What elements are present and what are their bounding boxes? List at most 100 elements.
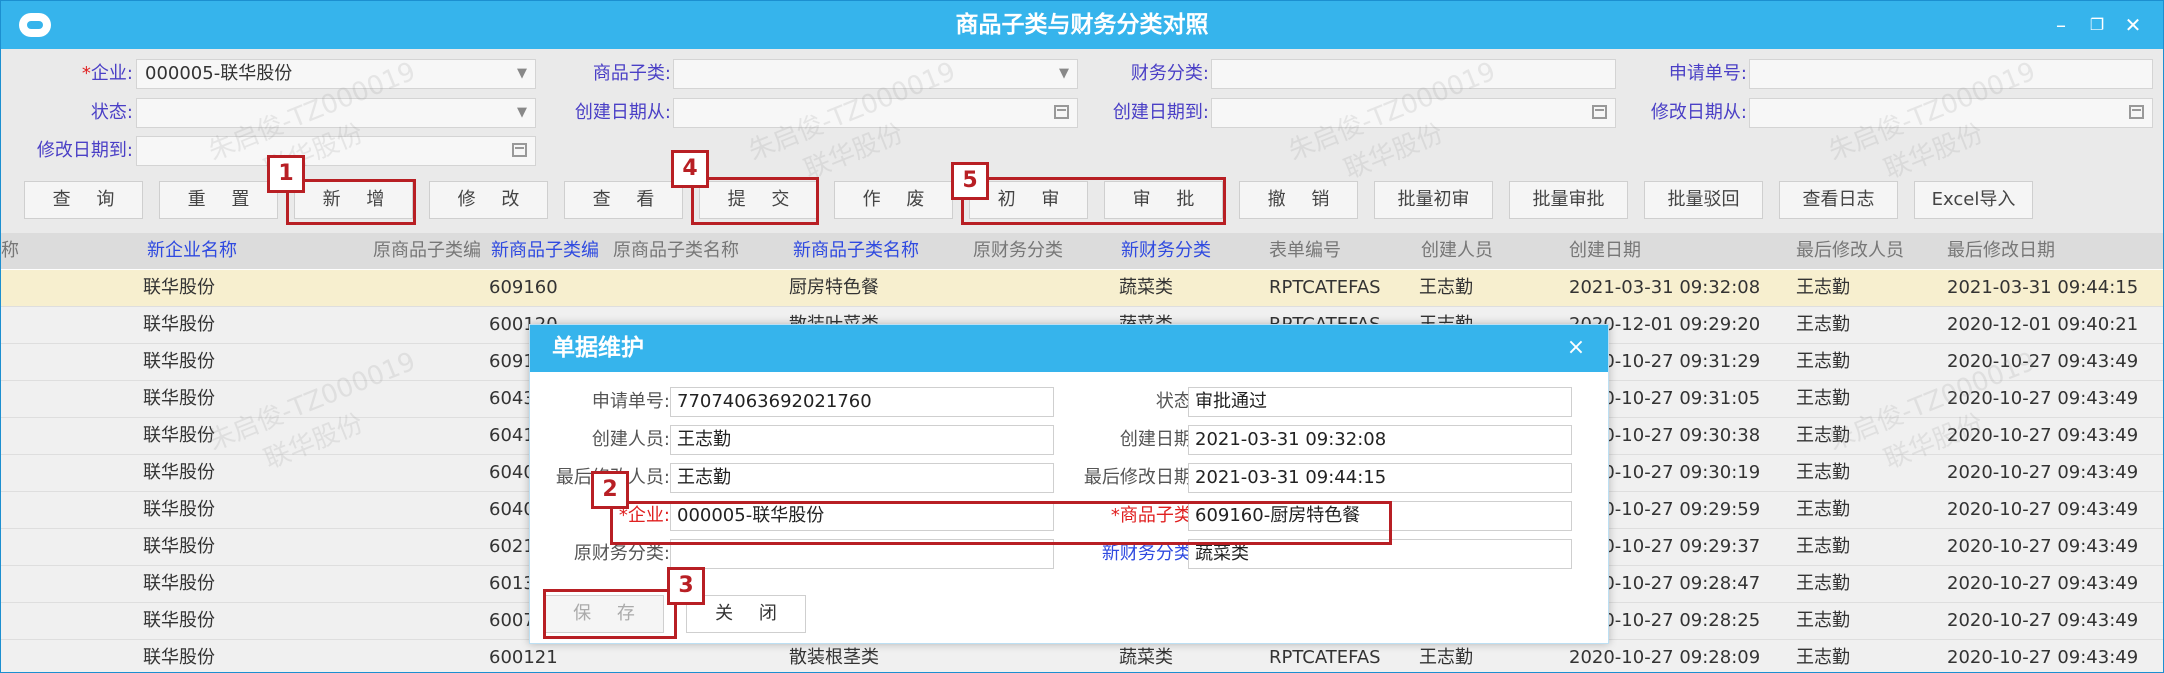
- fincat-filter-input[interactable]: [1211, 59, 1616, 89]
- column-header[interactable]: 新财务分类: [1121, 233, 1261, 269]
- edit-button[interactable]: 修 改: [429, 181, 548, 219]
- view-button[interactable]: 查 看: [564, 181, 683, 219]
- column-header[interactable]: 创建日期: [1569, 233, 1789, 269]
- column-header[interactable]: 称: [1, 233, 31, 269]
- dialog-title: 单据维护: [552, 335, 644, 361]
- add-button[interactable]: 新 增: [294, 181, 413, 219]
- table-cell: 厨房特色餐: [789, 277, 879, 298]
- table-cell: 王志勤: [1796, 499, 1850, 520]
- table-cell: 王志勤: [1796, 536, 1850, 557]
- minimize-icon[interactable]: –: [2047, 11, 2075, 39]
- table-row[interactable]: 联华股份 600121 散装根茎类 蔬菜类 RPTCATEFAS 王志勤 2020-10-2…: [1, 640, 2163, 672]
- batch-first-review-button[interactable]: 批量初审: [1374, 181, 1493, 219]
- revoke-button[interactable]: 撤 销: [1239, 181, 1358, 219]
- creator-field[interactable]: 王志勤: [670, 425, 1054, 455]
- table-cell: 6091: [489, 351, 535, 372]
- column-header[interactable]: 原商品子类名称: [613, 233, 785, 269]
- batch-reject-button[interactable]: 批量驳回: [1644, 181, 1763, 219]
- submit-button[interactable]: 提 交: [699, 181, 818, 219]
- status-filter-label: 状态:: [90, 102, 133, 123]
- reqno-field[interactable]: 77074063692021760: [670, 387, 1054, 417]
- table-cell: 联华股份: [143, 277, 215, 298]
- subcat-field[interactable]: 609160-厨房特色餐: [1188, 501, 1572, 531]
- table-cell: 王志勤: [1796, 351, 1850, 372]
- subcat-filter-select[interactable]: ▼: [673, 59, 1078, 89]
- table-cell: 王志勤: [1419, 277, 1473, 298]
- restore-icon[interactable]: ❐: [2083, 11, 2111, 39]
- table-cell: 联华股份: [143, 351, 215, 372]
- creator-label: 创建人员:: [591, 429, 670, 450]
- column-header[interactable]: 新商品子类名称: [793, 233, 963, 269]
- company-filter-label: *企业:: [81, 63, 133, 84]
- save-button[interactable]: 保 存: [544, 595, 664, 633]
- table-cell: 2020-10-27 09:43:49: [1947, 573, 2139, 594]
- company-filter-select[interactable]: 000005-联华股份 ▼: [136, 59, 536, 89]
- table-cell: 6021: [489, 536, 535, 557]
- close-icon[interactable]: ✕: [2119, 11, 2147, 39]
- table-cell: 联华股份: [143, 573, 215, 594]
- column-header[interactable]: 创建人员: [1421, 233, 1561, 269]
- table-cell: 6013: [489, 573, 535, 594]
- table-cell: 王志勤: [1796, 573, 1850, 594]
- chevron-down-icon: ▼: [517, 105, 527, 120]
- table-cell: 王志勤: [1796, 314, 1850, 335]
- old-fincat-label: 原财务分类:: [573, 543, 670, 564]
- table-cell: 王志勤: [1796, 610, 1850, 631]
- new-fincat-label: 新财务分类:: [1101, 543, 1198, 564]
- excel-import-button[interactable]: Excel导入: [1914, 181, 2033, 219]
- chevron-down-icon: ▼: [517, 66, 527, 81]
- table-row[interactable]: 联华股份 609160 厨房特色餐 蔬菜类 RPTCATEFAS 王志勤 2021-03-3…: [1, 270, 2163, 307]
- table-cell: 2020-10-27 09:43:49: [1947, 647, 2139, 668]
- status-field[interactable]: 审批通过: [1188, 387, 1572, 417]
- table-cell: 2020-10-27 09:43:49: [1947, 462, 2139, 483]
- created-from-date[interactable]: [673, 98, 1078, 128]
- table-cell: 2020-10-27 09:43:49: [1947, 388, 2139, 409]
- approve-button[interactable]: 审 批: [1104, 181, 1223, 219]
- status-filter-select[interactable]: ▼: [136, 98, 536, 128]
- subcat-label: *商品子类:: [1110, 505, 1198, 526]
- column-header[interactable]: 最后修改人员: [1796, 233, 1936, 269]
- new-fincat-field[interactable]: 蔬菜类: [1188, 539, 1572, 569]
- column-header[interactable]: 新商品子类编: [491, 233, 609, 269]
- calendar-icon: [1054, 105, 1069, 119]
- batch-approve-button[interactable]: 批量审批: [1509, 181, 1628, 219]
- modified-date-field[interactable]: 2021-03-31 09:44:15: [1188, 463, 1572, 493]
- table-cell: 2020-10-27 09:43:49: [1947, 351, 2139, 372]
- step-badge-4: 4: [671, 150, 709, 188]
- reqno-filter-input[interactable]: [1749, 59, 2153, 89]
- step-badge-2: 2: [591, 471, 629, 509]
- table-cell: 王志勤: [1796, 647, 1850, 668]
- table-cell: 王志勤: [1419, 647, 1473, 668]
- modified-to-date[interactable]: [136, 136, 536, 166]
- column-header[interactable]: 原财务分类: [973, 233, 1113, 269]
- view-log-button[interactable]: 查看日志: [1779, 181, 1898, 219]
- column-header[interactable]: 新企业名称: [147, 233, 367, 269]
- old-fincat-field[interactable]: [670, 539, 1054, 569]
- table-cell: 2020-10-27 09:43:49: [1947, 610, 2139, 631]
- table-cell: 6041: [489, 425, 535, 446]
- table-cell: 联华股份: [143, 499, 215, 520]
- column-header[interactable]: 最后修改日期: [1947, 233, 2157, 269]
- table-cell: 联华股份: [143, 314, 215, 335]
- modified-from-date[interactable]: [1749, 98, 2153, 128]
- void-button[interactable]: 作 废: [834, 181, 953, 219]
- subcat-filter-label: 商品子类:: [592, 63, 671, 84]
- modifier-field[interactable]: 王志勤: [670, 463, 1054, 493]
- modified-date-label: 最后修改日期:: [1083, 467, 1198, 488]
- table-cell: 联华股份: [143, 647, 215, 668]
- reset-button[interactable]: 重 置: [159, 181, 278, 219]
- modified-to-label: 修改日期到:: [36, 140, 133, 161]
- table-cell: RPTCATEFAS: [1269, 647, 1381, 668]
- created-date-field[interactable]: 2021-03-31 09:32:08: [1188, 425, 1572, 455]
- query-button[interactable]: 查 询: [24, 181, 143, 219]
- calendar-icon: [2129, 105, 2144, 119]
- column-header[interactable]: 表单编号: [1269, 233, 1409, 269]
- table-cell: 蔬菜类: [1119, 647, 1173, 668]
- close-icon[interactable]: ×: [1562, 334, 1590, 362]
- column-header[interactable]: 原商品子类编: [373, 233, 489, 269]
- created-to-date[interactable]: [1211, 98, 1616, 128]
- table-cell: 6040: [489, 462, 535, 483]
- company-field[interactable]: 000005-联华股份: [670, 501, 1054, 531]
- calendar-icon: [1592, 105, 1607, 119]
- status-label: 状态:: [1155, 391, 1198, 412]
